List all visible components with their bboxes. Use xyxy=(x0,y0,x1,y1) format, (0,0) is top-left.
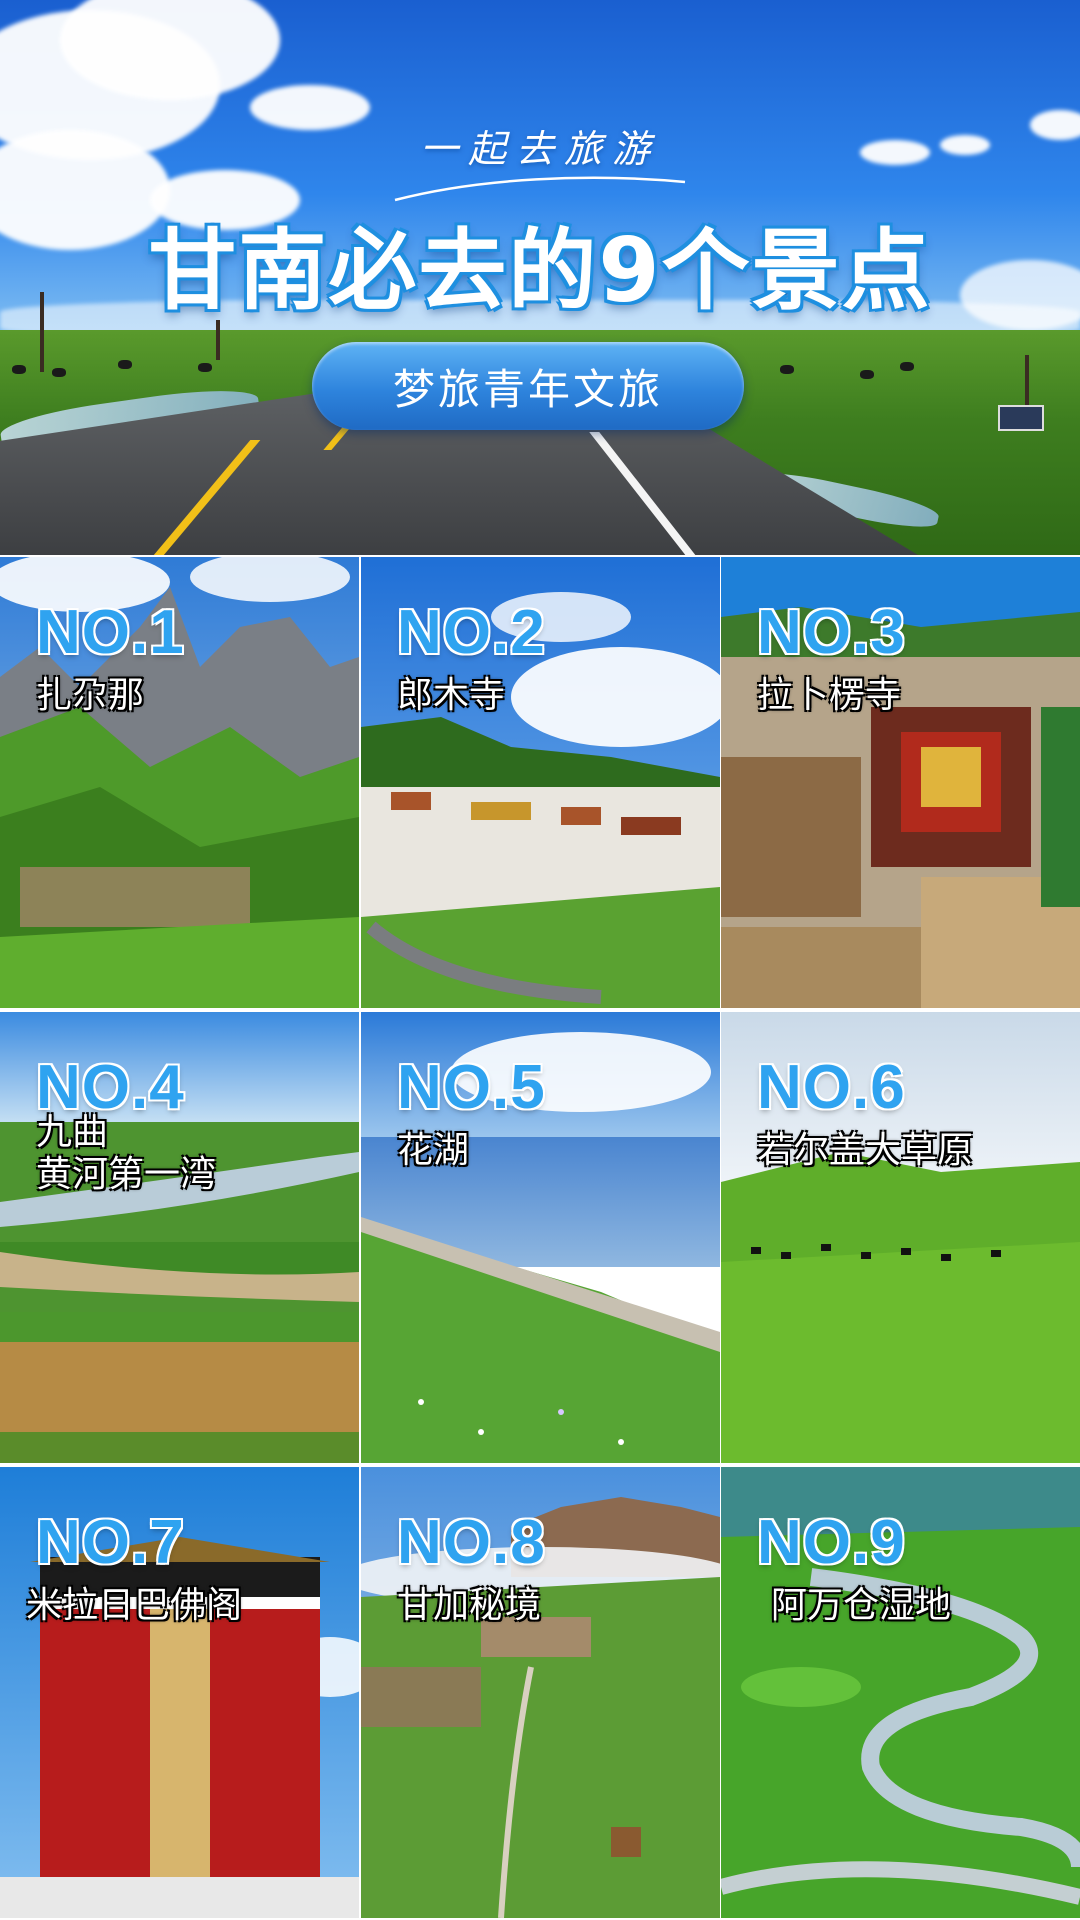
spot-name-line1: 九曲 xyxy=(36,1112,109,1153)
spot-name: 扎尕那 xyxy=(36,675,145,716)
sign-post xyxy=(1025,355,1029,405)
tagline: 一起去旅游 xyxy=(419,127,660,171)
spot-card-8[interactable]: NO.8 甘加秘境 xyxy=(361,1467,720,1918)
spot-card-5[interactable]: NO.5 花湖 xyxy=(361,1012,720,1463)
spot-rank: NO.5 xyxy=(396,1052,546,1123)
spot-card-4[interactable]: NO.4 九曲 黄河第一湾 xyxy=(0,1012,359,1463)
road-sign xyxy=(998,405,1044,431)
header-banner: 一起去旅游 甘南必去的9个景点 梦旅青年文旅 xyxy=(0,0,1080,555)
attraction-grid: NO.1 扎尕那 NO.2 郎木寺 NO.3 拉卜楞寺 NO.4 九曲 黄河第一… xyxy=(0,557,1080,1920)
spot-name-line2: 黄河第一湾 xyxy=(36,1154,217,1195)
spot-name: 郎木寺 xyxy=(397,675,506,716)
spot-name: 阿万仓湿地 xyxy=(771,1585,952,1626)
yak xyxy=(12,365,26,374)
spot-name: 甘加秘境 xyxy=(397,1585,542,1626)
main-title: 甘南必去的9个景点 xyxy=(147,218,932,324)
spot-rank: NO.1 xyxy=(35,597,185,668)
spot-rank: NO.9 xyxy=(756,1507,906,1578)
brand-label: 梦旅青年文旅 xyxy=(392,364,663,414)
spot-rank: NO.6 xyxy=(756,1052,906,1123)
yak xyxy=(780,365,794,374)
spot-name: 拉卜楞寺 xyxy=(757,675,902,716)
spot-rank: NO.7 xyxy=(35,1507,185,1578)
spot-card-2[interactable]: NO.2 郎木寺 xyxy=(361,557,720,1008)
yak xyxy=(52,368,66,377)
spot-rank: NO.2 xyxy=(396,597,546,668)
yak xyxy=(198,363,212,372)
spot-card-3[interactable]: NO.3 拉卜楞寺 xyxy=(721,557,1080,1008)
spot-name: 九曲 黄河第一湾 xyxy=(36,1112,216,1196)
yak xyxy=(860,370,874,379)
spot-card-9[interactable]: NO.9 阿万仓湿地 xyxy=(721,1467,1080,1918)
yak xyxy=(900,362,914,371)
yak xyxy=(118,360,132,369)
spot-name: 若尔盖大草原 xyxy=(757,1130,974,1171)
spot-name: 花湖 xyxy=(397,1130,470,1171)
spot-rank: NO.8 xyxy=(396,1507,546,1578)
spot-card-1[interactable]: NO.1 扎尕那 xyxy=(0,557,359,1008)
spot-rank: NO.3 xyxy=(756,597,906,668)
brand-badge: 梦旅青年文旅 xyxy=(312,342,744,430)
spot-card-6[interactable]: NO.6 若尔盖大草原 xyxy=(721,1012,1080,1463)
spot-card-7[interactable]: NO.7 米拉日巴佛阁 xyxy=(0,1467,359,1918)
spot-name: 米拉日巴佛阁 xyxy=(26,1585,243,1626)
